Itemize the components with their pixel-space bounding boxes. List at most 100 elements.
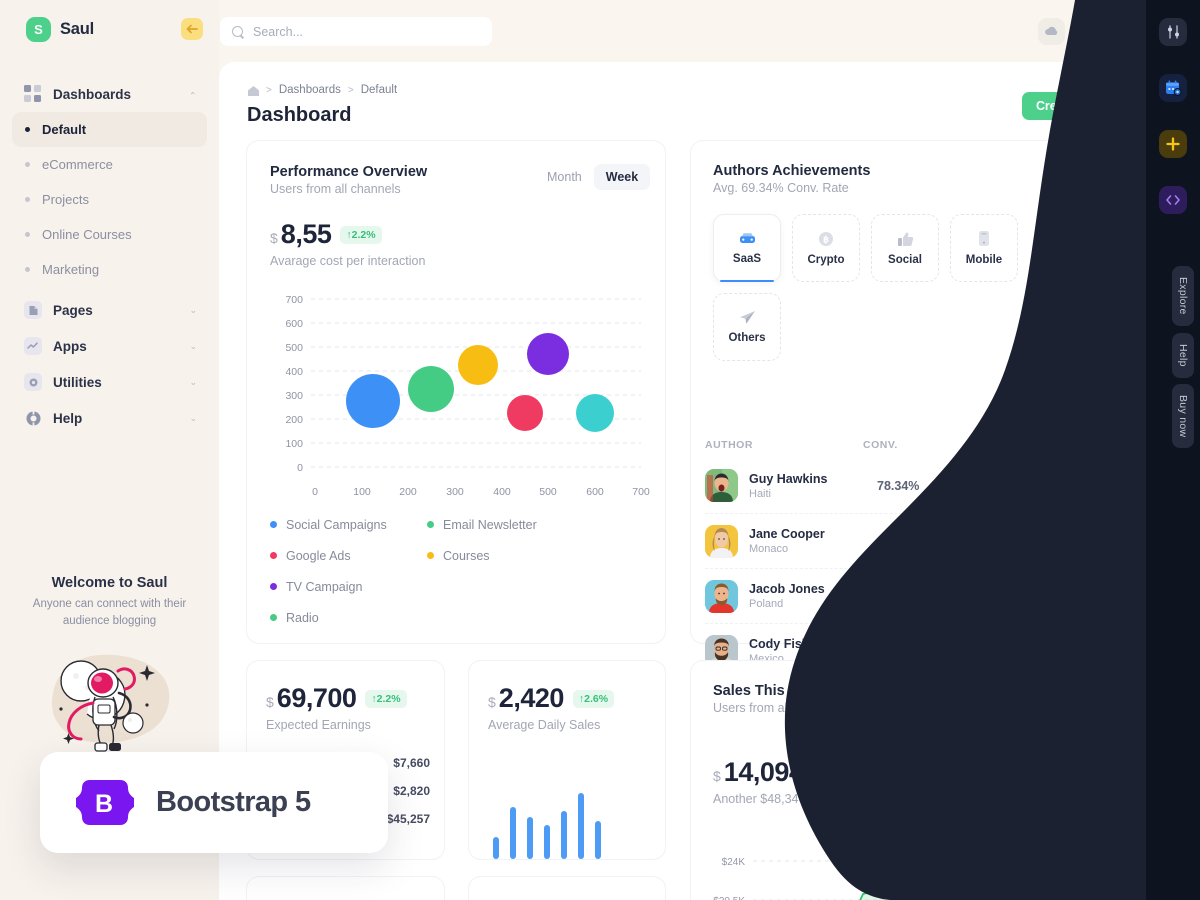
- svg-text:100: 100: [353, 486, 371, 498]
- lifebuoy-icon: [24, 409, 42, 427]
- bitcoin-icon: ฿: [819, 231, 833, 246]
- sidebar-group-label: Dashboards: [53, 86, 132, 102]
- tile-mobile[interactable]: Mobile: [950, 214, 1018, 282]
- breadcrumb-item-default[interactable]: Default: [361, 84, 397, 96]
- search-placeholder: Search...: [253, 24, 304, 39]
- currency-symbol: $: [266, 694, 274, 710]
- breadcrumb-item-dashboards[interactable]: Dashboards: [279, 84, 341, 96]
- tile-social[interactable]: Social: [871, 214, 939, 282]
- legend-label: Courses: [443, 548, 490, 563]
- tile-saas[interactable]: SaaS: [713, 214, 781, 282]
- brand: S Saul: [0, 0, 219, 58]
- bubble-tv-campaign: [527, 333, 569, 375]
- sidebar-group-utilities[interactable]: Utilities ⌄: [0, 364, 219, 400]
- more-dots-icon[interactable]: •••: [1069, 166, 1089, 186]
- arrow-right-icon: →: [1060, 590, 1072, 602]
- legend-item[interactable]: Email Newsletter: [427, 509, 584, 540]
- legend-swatch: [270, 583, 277, 590]
- author-sparkline: [963, 591, 1033, 606]
- legend-label: TV Campaign: [286, 579, 363, 594]
- bar: [510, 807, 516, 859]
- home-icon[interactable]: [247, 85, 259, 96]
- author-sparkline: [963, 478, 1033, 492]
- sidebar-item-default[interactable]: Default: [12, 112, 207, 147]
- sidebar-item-online-courses[interactable]: Online Courses: [12, 217, 207, 252]
- arrow-right-icon: →: [1060, 479, 1072, 492]
- chevron-down-icon: ⌄: [189, 340, 197, 351]
- more-dots-icon[interactable]: •••: [1069, 686, 1089, 706]
- tile-crypto[interactable]: ฿ Crypto: [792, 214, 860, 282]
- period-toggle: Month Week: [535, 164, 651, 190]
- sidebar-group-apps[interactable]: Apps ⌄: [0, 328, 219, 364]
- arrow-left-icon: [186, 24, 198, 34]
- y-axis-ticks: 700 600 500 400 300 200 100 0: [285, 294, 303, 474]
- daily-delta-badge: ↑2.6%: [572, 689, 615, 708]
- chart-bubbles: [346, 333, 614, 432]
- earnings-amount: $2,820: [393, 784, 430, 798]
- legend-item[interactable]: TV Campaign: [270, 571, 427, 602]
- legend-item[interactable]: Social Campaigns: [270, 509, 427, 540]
- saas-icon: [739, 232, 755, 243]
- pages-icon: [24, 301, 42, 319]
- bar: [561, 811, 567, 859]
- sidebar-collapse-icon[interactable]: [181, 18, 203, 40]
- sidebar-item-projects[interactable]: Projects: [12, 182, 207, 217]
- legend-swatch: [427, 521, 434, 528]
- plus-icon[interactable]: [1159, 130, 1187, 158]
- avatar: [705, 469, 738, 502]
- svg-text:0: 0: [312, 486, 318, 498]
- bullet-icon: [25, 127, 30, 132]
- code-icon[interactable]: [1159, 186, 1187, 214]
- toggle-month[interactable]: Month: [535, 164, 594, 190]
- tile-others[interactable]: Others: [713, 293, 781, 361]
- toggle-week[interactable]: Week: [593, 164, 651, 190]
- tab-buy-now[interactable]: Buy now: [1172, 384, 1194, 449]
- table-row[interactable]: Guy Hawkins Haiti 78.34% →: [705, 458, 1087, 513]
- bubble-social-campaigns: [346, 374, 400, 428]
- svg-text:100: 100: [285, 438, 303, 450]
- sidebar-item-marketing[interactable]: Marketing: [12, 252, 207, 287]
- legend-item[interactable]: Radio: [270, 602, 427, 633]
- chart-legend: Social Campaigns Email Newsletter Google…: [270, 509, 630, 633]
- avatar: [705, 524, 738, 558]
- tab-help[interactable]: Help: [1172, 333, 1194, 378]
- view-button[interactable]: →: [1053, 475, 1079, 496]
- legend-item[interactable]: Google Ads: [270, 540, 427, 571]
- bullet-icon: [25, 197, 30, 202]
- legend-swatch: [427, 552, 434, 559]
- svg-text:600: 600: [586, 486, 604, 498]
- brand-logo-icon: S: [26, 16, 51, 42]
- authors-achievements-card: Authors Achievements Avg. 69.34% Conv. R…: [690, 140, 1109, 668]
- breadcrumb-separator: >: [266, 84, 272, 96]
- earnings-amount: $7,660: [393, 756, 430, 770]
- grid-icon: [24, 85, 42, 103]
- legend-item[interactable]: Courses: [427, 540, 584, 571]
- sidebar-item-ecommerce[interactable]: eCommerce: [12, 147, 207, 182]
- create-project-button[interactable]: Create Project: [1022, 92, 1134, 120]
- sidebar-item-label: Online Courses: [42, 227, 132, 242]
- table-row[interactable]: Jane Cooper Monaco 63.83% →: [705, 513, 1087, 568]
- svg-text:700: 700: [285, 294, 303, 306]
- tab-explore[interactable]: Explore: [1172, 266, 1194, 326]
- sidebar-group-pages[interactable]: Pages ⌄: [0, 292, 219, 328]
- search-input[interactable]: Search...: [220, 17, 492, 46]
- brand-name: Saul: [60, 19, 95, 38]
- cloud-icon[interactable]: [1038, 18, 1065, 45]
- legend-label: Radio: [286, 610, 319, 625]
- performance-value-row: $ 8,55 ↑2.2%: [270, 219, 425, 250]
- breadcrumb: > Dashboards > Default: [247, 84, 397, 96]
- table-row[interactable]: Jacob Jones Poland 92.56% →: [705, 568, 1087, 623]
- sidebar-group-help[interactable]: Help ⌄: [0, 400, 219, 436]
- currency-symbol: $: [713, 768, 721, 784]
- view-button[interactable]: →: [1053, 530, 1079, 552]
- performance-title: Performance Overview: [270, 164, 428, 180]
- view-button[interactable]: →: [1053, 640, 1079, 662]
- notifications-icon[interactable]: [1079, 18, 1106, 45]
- view-button[interactable]: →: [1053, 585, 1079, 607]
- calendar-icon[interactable]: [1159, 74, 1187, 102]
- sliders-icon[interactable]: [1159, 18, 1187, 46]
- sidebar-group-dashboards[interactable]: Dashboards ⌄: [0, 76, 219, 112]
- sales-title: Sales This Months: [713, 683, 841, 699]
- user-avatar[interactable]: [1120, 12, 1158, 50]
- tile-label: Others: [728, 332, 766, 344]
